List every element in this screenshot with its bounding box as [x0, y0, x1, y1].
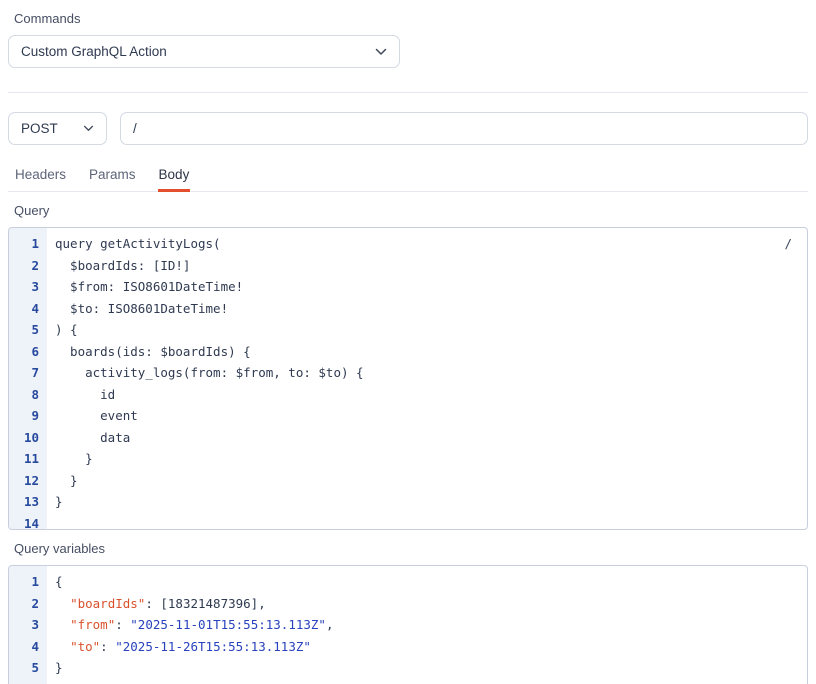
- line-number: 12: [9, 470, 39, 492]
- code-line: [55, 513, 807, 530]
- line-number: 3: [9, 614, 39, 636]
- code-line: event: [55, 405, 807, 427]
- query-variables-label: Query variables: [14, 541, 808, 557]
- line-number: 11: [9, 448, 39, 470]
- code-line: $from: ISO8601DateTime!: [55, 276, 807, 298]
- code-line: data: [55, 427, 807, 449]
- code-line: }: [55, 470, 807, 492]
- section-divider: [8, 92, 808, 93]
- code-line: "from": "2025-11-01T15:55:13.113Z",: [55, 614, 807, 636]
- line-number: 5: [9, 319, 39, 341]
- line-number: 10: [9, 427, 39, 449]
- line-number-gutter: 1234567891011121314: [9, 228, 47, 529]
- code-line: id: [55, 384, 807, 406]
- commands-select[interactable]: Custom GraphQL Action: [8, 35, 400, 68]
- query-variables-editor[interactable]: 12345 { "boardIds": [18321487396], "from…: [8, 565, 808, 684]
- request-url-input[interactable]: /: [120, 112, 808, 145]
- line-number-gutter: 12345: [9, 566, 47, 684]
- request-url-value: /: [133, 121, 137, 136]
- http-method-select[interactable]: POST: [8, 112, 107, 145]
- code-line: "boardIds": [18321487396],: [55, 593, 807, 615]
- code-line: {: [55, 571, 807, 593]
- code-line: }: [55, 448, 807, 470]
- http-method-value: POST: [21, 121, 58, 136]
- line-number: 9: [9, 405, 39, 427]
- editor-overlay-slash: /: [784, 233, 792, 255]
- chevron-down-icon: [83, 125, 94, 132]
- line-number: 5: [9, 657, 39, 679]
- line-number: 6: [9, 341, 39, 363]
- code-line: boards(ids: $boardIds) {: [55, 341, 807, 363]
- code-line: activity_logs(from: $from, to: $to) {: [55, 362, 807, 384]
- query-code-content[interactable]: query getActivityLogs( $boardIds: [ID!] …: [47, 228, 807, 529]
- code-line: query getActivityLogs(: [55, 233, 807, 255]
- line-number: 14: [9, 513, 39, 531]
- tab-params[interactable]: Params: [88, 160, 137, 192]
- request-row: POST /: [8, 112, 808, 145]
- query-code-editor[interactable]: 1234567891011121314 query getActivityLog…: [8, 227, 808, 530]
- line-number: 1: [9, 233, 39, 255]
- code-line: }: [55, 657, 807, 679]
- code-line: $boardIds: [ID!]: [55, 255, 807, 277]
- chevron-down-icon: [375, 48, 387, 56]
- line-number: 2: [9, 255, 39, 277]
- request-tabs: Headers Params Body: [8, 160, 808, 192]
- commands-label: Commands: [14, 11, 808, 27]
- line-number: 13: [9, 491, 39, 513]
- line-number: 4: [9, 636, 39, 658]
- line-number: 1: [9, 571, 39, 593]
- query-variables-content[interactable]: { "boardIds": [18321487396], "from": "20…: [47, 566, 807, 684]
- line-number: 3: [9, 276, 39, 298]
- code-line: ) {: [55, 319, 807, 341]
- code-line: }: [55, 491, 807, 513]
- tab-headers[interactable]: Headers: [14, 160, 67, 192]
- line-number: 2: [9, 593, 39, 615]
- command-builder-panel: Commands Custom GraphQL Action POST / He…: [0, 0, 816, 684]
- line-number: 7: [9, 362, 39, 384]
- query-label: Query: [14, 203, 808, 219]
- line-number: 8: [9, 384, 39, 406]
- line-number: 4: [9, 298, 39, 320]
- tab-body[interactable]: Body: [158, 160, 191, 192]
- commands-select-value: Custom GraphQL Action: [21, 44, 167, 59]
- code-line: "to": "2025-11-26T15:55:13.113Z": [55, 636, 807, 658]
- code-line: $to: ISO8601DateTime!: [55, 298, 807, 320]
